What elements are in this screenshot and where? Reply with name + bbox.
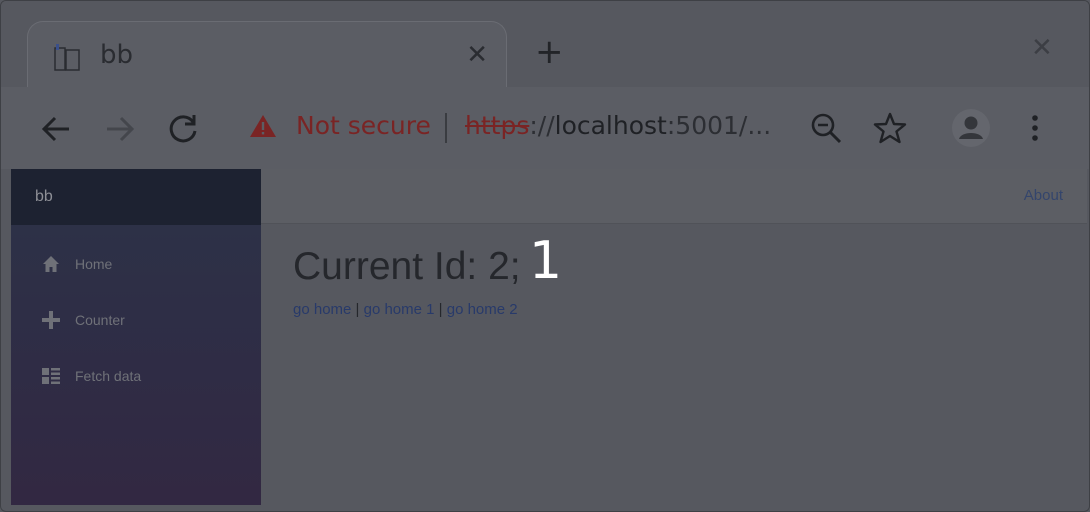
url-separator: :// (529, 111, 555, 140)
browser-toolbar: Not secure https://localhost:5001/... (1, 87, 1089, 169)
plus-icon (42, 311, 60, 329)
tab-close-icon[interactable]: ✕ (466, 40, 488, 70)
page-favicon-icon (54, 44, 80, 71)
url-scheme: https (465, 111, 530, 140)
profile-avatar-icon[interactable] (951, 108, 991, 148)
security-status-text[interactable]: Not secure (296, 111, 431, 140)
list-icon (42, 368, 60, 384)
new-tab-button[interactable]: + (535, 35, 564, 69)
url-divider (445, 113, 447, 143)
sidebar-item-label: Counter (75, 312, 125, 328)
about-link[interactable]: About (1024, 187, 1063, 204)
home-icon (43, 256, 59, 272)
sidebar-item-label: Fetch data (75, 368, 142, 384)
go-home-2-link[interactable]: go home 2 (447, 301, 518, 318)
sidebar-item-counter[interactable]: Counter (11, 300, 261, 340)
url-host: localhost (554, 111, 667, 140)
page-title: Current Id: 2; (293, 245, 521, 288)
window-close-button[interactable]: ✕ (1031, 35, 1053, 61)
address-bar[interactable]: https://localhost:5001/... (465, 111, 771, 140)
link-separator: | (351, 301, 364, 318)
page-viewport: bb Home Counter Fetch data About Current… (11, 169, 1087, 505)
tab-strip: bb ✕ + ✕ (1, 1, 1089, 89)
menu-kebab-icon[interactable] (1018, 111, 1052, 145)
browser-window: bb ✕ + ✕ Not secure https://localhost:50… (0, 0, 1090, 512)
link-row: go home | go home 1 | go home 2 (293, 301, 518, 318)
url-rest: :5001/... (666, 111, 772, 140)
main-content: About Current Id: 2; go home | go home 1… (261, 169, 1087, 505)
reload-icon[interactable] (163, 109, 203, 149)
sidebar-header: bb (11, 169, 261, 225)
overlay-step-number: 1 (529, 231, 563, 291)
forward-arrow-icon[interactable] (99, 109, 139, 149)
zoom-icon[interactable] (809, 111, 843, 145)
back-arrow-icon[interactable] (37, 109, 77, 149)
top-row: About (261, 169, 1087, 224)
brand-link[interactable]: bb (35, 188, 53, 206)
warning-triangle-icon[interactable] (249, 113, 277, 139)
link-separator: | (434, 301, 447, 318)
sidebar-item-home[interactable]: Home (11, 244, 261, 284)
sidebar: bb Home Counter Fetch data (11, 169, 261, 505)
tab-title: bb (100, 40, 134, 70)
sidebar-item-fetch-data[interactable]: Fetch data (11, 356, 261, 396)
tab-bb[interactable]: bb ✕ (27, 21, 507, 89)
sidebar-item-label: Home (75, 256, 113, 272)
bookmark-star-icon[interactable] (873, 111, 907, 145)
go-home-1-link[interactable]: go home 1 (364, 301, 435, 318)
go-home-link[interactable]: go home (293, 301, 351, 318)
